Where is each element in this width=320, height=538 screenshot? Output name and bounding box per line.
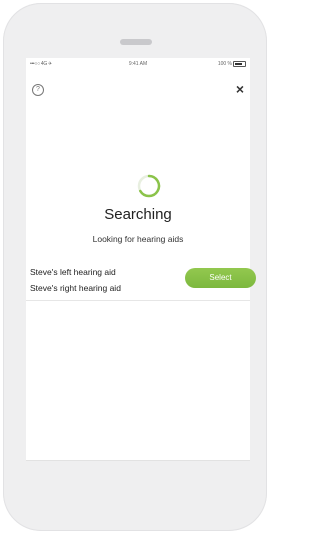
screen-bottom-edge bbox=[26, 460, 250, 461]
app-screen: •••○○ 4G ✈ 9:41 AM 100 % ? × Searching L… bbox=[26, 58, 256, 460]
battery-icon bbox=[233, 61, 246, 67]
left-hearing-aid-label: Steve's left hearing aid bbox=[30, 267, 116, 277]
right-hearing-aid-label: Steve's right hearing aid bbox=[30, 283, 121, 293]
status-bar: •••○○ 4G ✈ 9:41 AM 100 % bbox=[26, 58, 250, 70]
battery-percentage: 100 % bbox=[217, 61, 232, 67]
page-subtitle: Looking for hearing aids bbox=[92, 234, 184, 244]
spinner-icon bbox=[137, 174, 161, 198]
status-time: 9:41 AM bbox=[128, 61, 148, 67]
list-divider bbox=[26, 300, 250, 301]
page-title: Searching bbox=[104, 206, 172, 223]
speaker-grille bbox=[120, 39, 152, 45]
select-button[interactable]: Select bbox=[185, 268, 256, 288]
help-icon[interactable]: ? bbox=[32, 84, 44, 96]
close-icon[interactable]: × bbox=[234, 82, 246, 96]
